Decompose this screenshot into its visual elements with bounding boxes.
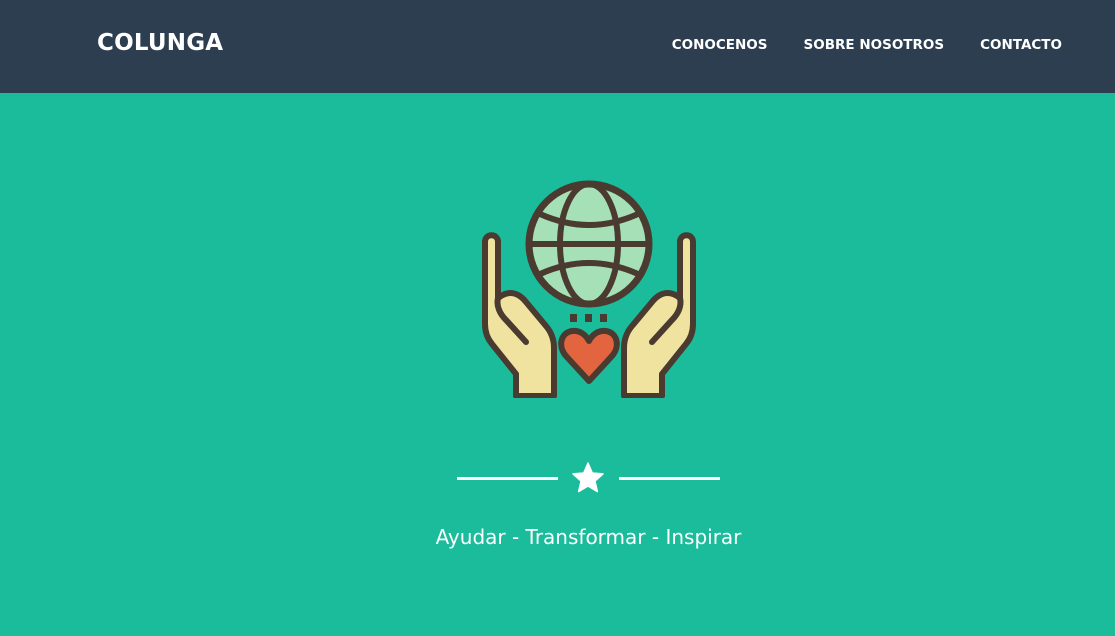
star-divider bbox=[457, 459, 720, 499]
star-icon bbox=[572, 462, 604, 493]
nav-menu: CONOCENOS SOBRE NOSOTROS CONTACTO bbox=[672, 37, 1062, 53]
divider-line-left bbox=[457, 477, 558, 480]
hands-globe-heart-icon bbox=[482, 180, 696, 398]
masthead: Ayudar - Transformar - Inspirar bbox=[0, 93, 1115, 636]
brand-logo[interactable]: COLUNGA bbox=[97, 30, 223, 56]
nav-link-contacto[interactable]: CONTACTO bbox=[980, 37, 1062, 53]
hero-tagline: Ayudar - Transformar - Inspirar bbox=[435, 525, 742, 549]
nav-link-conocenos[interactable]: CONOCENOS bbox=[672, 37, 768, 53]
divider-line-right bbox=[619, 477, 720, 480]
navbar: COLUNGA CONOCENOS SOBRE NOSOTROS CONTACT… bbox=[0, 0, 1115, 93]
nav-link-sobre-nosotros[interactable]: SOBRE NOSOTROS bbox=[804, 37, 945, 53]
